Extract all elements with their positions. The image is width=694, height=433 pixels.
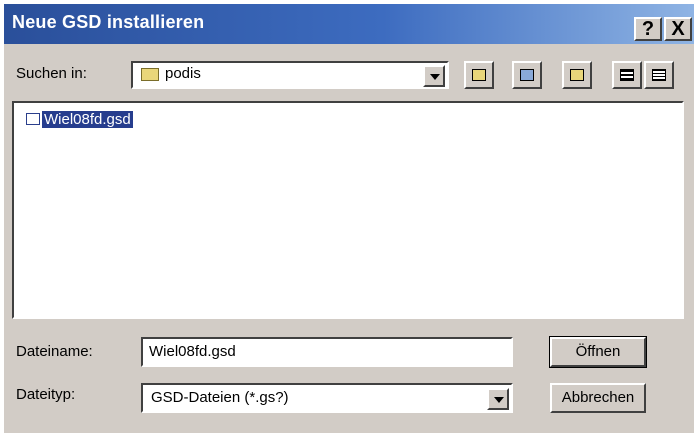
filename-label: Dateiname: — [16, 343, 93, 360]
filename-value: Wiel08fd.gsd — [149, 343, 236, 360]
details-view-button[interactable] — [644, 61, 674, 89]
file-list[interactable]: Wiel08fd.gsd — [12, 101, 684, 319]
new-folder-icon — [570, 69, 584, 81]
open-button[interactable]: Öffnen — [549, 336, 647, 368]
up-one-level-button[interactable] — [464, 61, 494, 89]
close-button[interactable]: X — [664, 17, 692, 41]
cancel-button[interactable]: Abbrechen — [550, 383, 646, 413]
lookin-combobox[interactable]: podis — [131, 61, 449, 89]
filename-field[interactable]: Wiel08fd.gsd — [141, 337, 513, 367]
file-icon — [26, 113, 40, 125]
list-view-icon — [620, 69, 634, 81]
desktop-icon — [520, 69, 534, 81]
filetype-value: GSD-Dateien (*.gs?) — [151, 389, 289, 406]
chevron-down-icon[interactable] — [487, 388, 509, 410]
up-one-level-icon — [472, 69, 486, 81]
help-button[interactable]: ? — [634, 17, 662, 41]
lookin-value: podis — [165, 65, 201, 82]
folder-icon — [141, 68, 159, 81]
filetype-select[interactable]: GSD-Dateien (*.gs?) — [141, 383, 513, 413]
file-name: Wiel08fd.gsd — [42, 111, 133, 128]
file-dialog-window: Neue GSD installieren ? X Suchen in: pod… — [4, 4, 694, 433]
new-folder-button[interactable] — [562, 61, 592, 89]
chevron-down-icon[interactable] — [423, 65, 445, 87]
details-view-icon — [652, 69, 666, 81]
desktop-button[interactable] — [512, 61, 542, 89]
list-view-button[interactable] — [612, 61, 642, 89]
window-title: Neue GSD installieren — [12, 12, 205, 32]
title-bar[interactable]: Neue GSD installieren ? X — [4, 4, 694, 44]
lookin-label: Suchen in: — [16, 65, 87, 82]
filetype-label: Dateityp: — [16, 386, 76, 403]
